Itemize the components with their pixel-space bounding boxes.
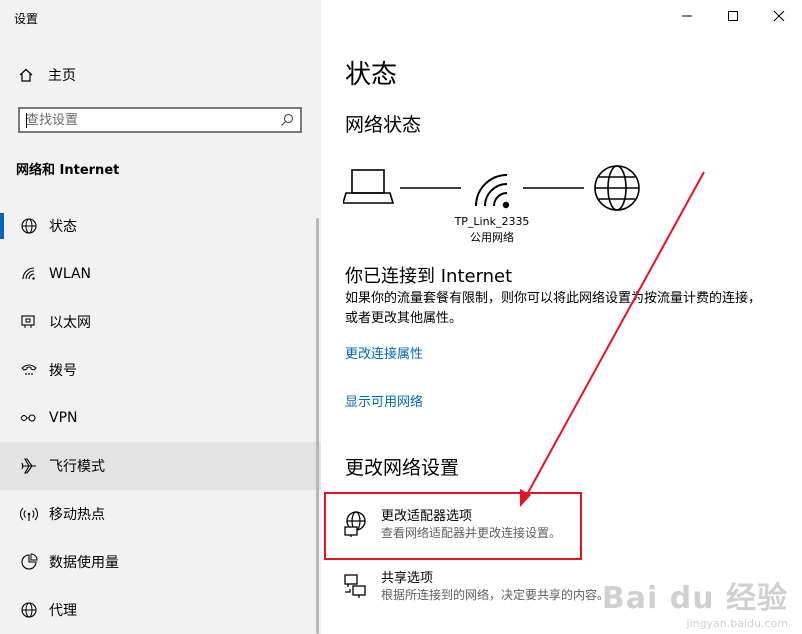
watermark-url: jingyan.baidu.com [686, 617, 788, 630]
watermark-brand: Bai du 经验 [601, 581, 788, 616]
watermark: Bai du 经验 jingyan.baidu.com [602, 573, 788, 630]
annotation-arrow [520, 171, 705, 507]
